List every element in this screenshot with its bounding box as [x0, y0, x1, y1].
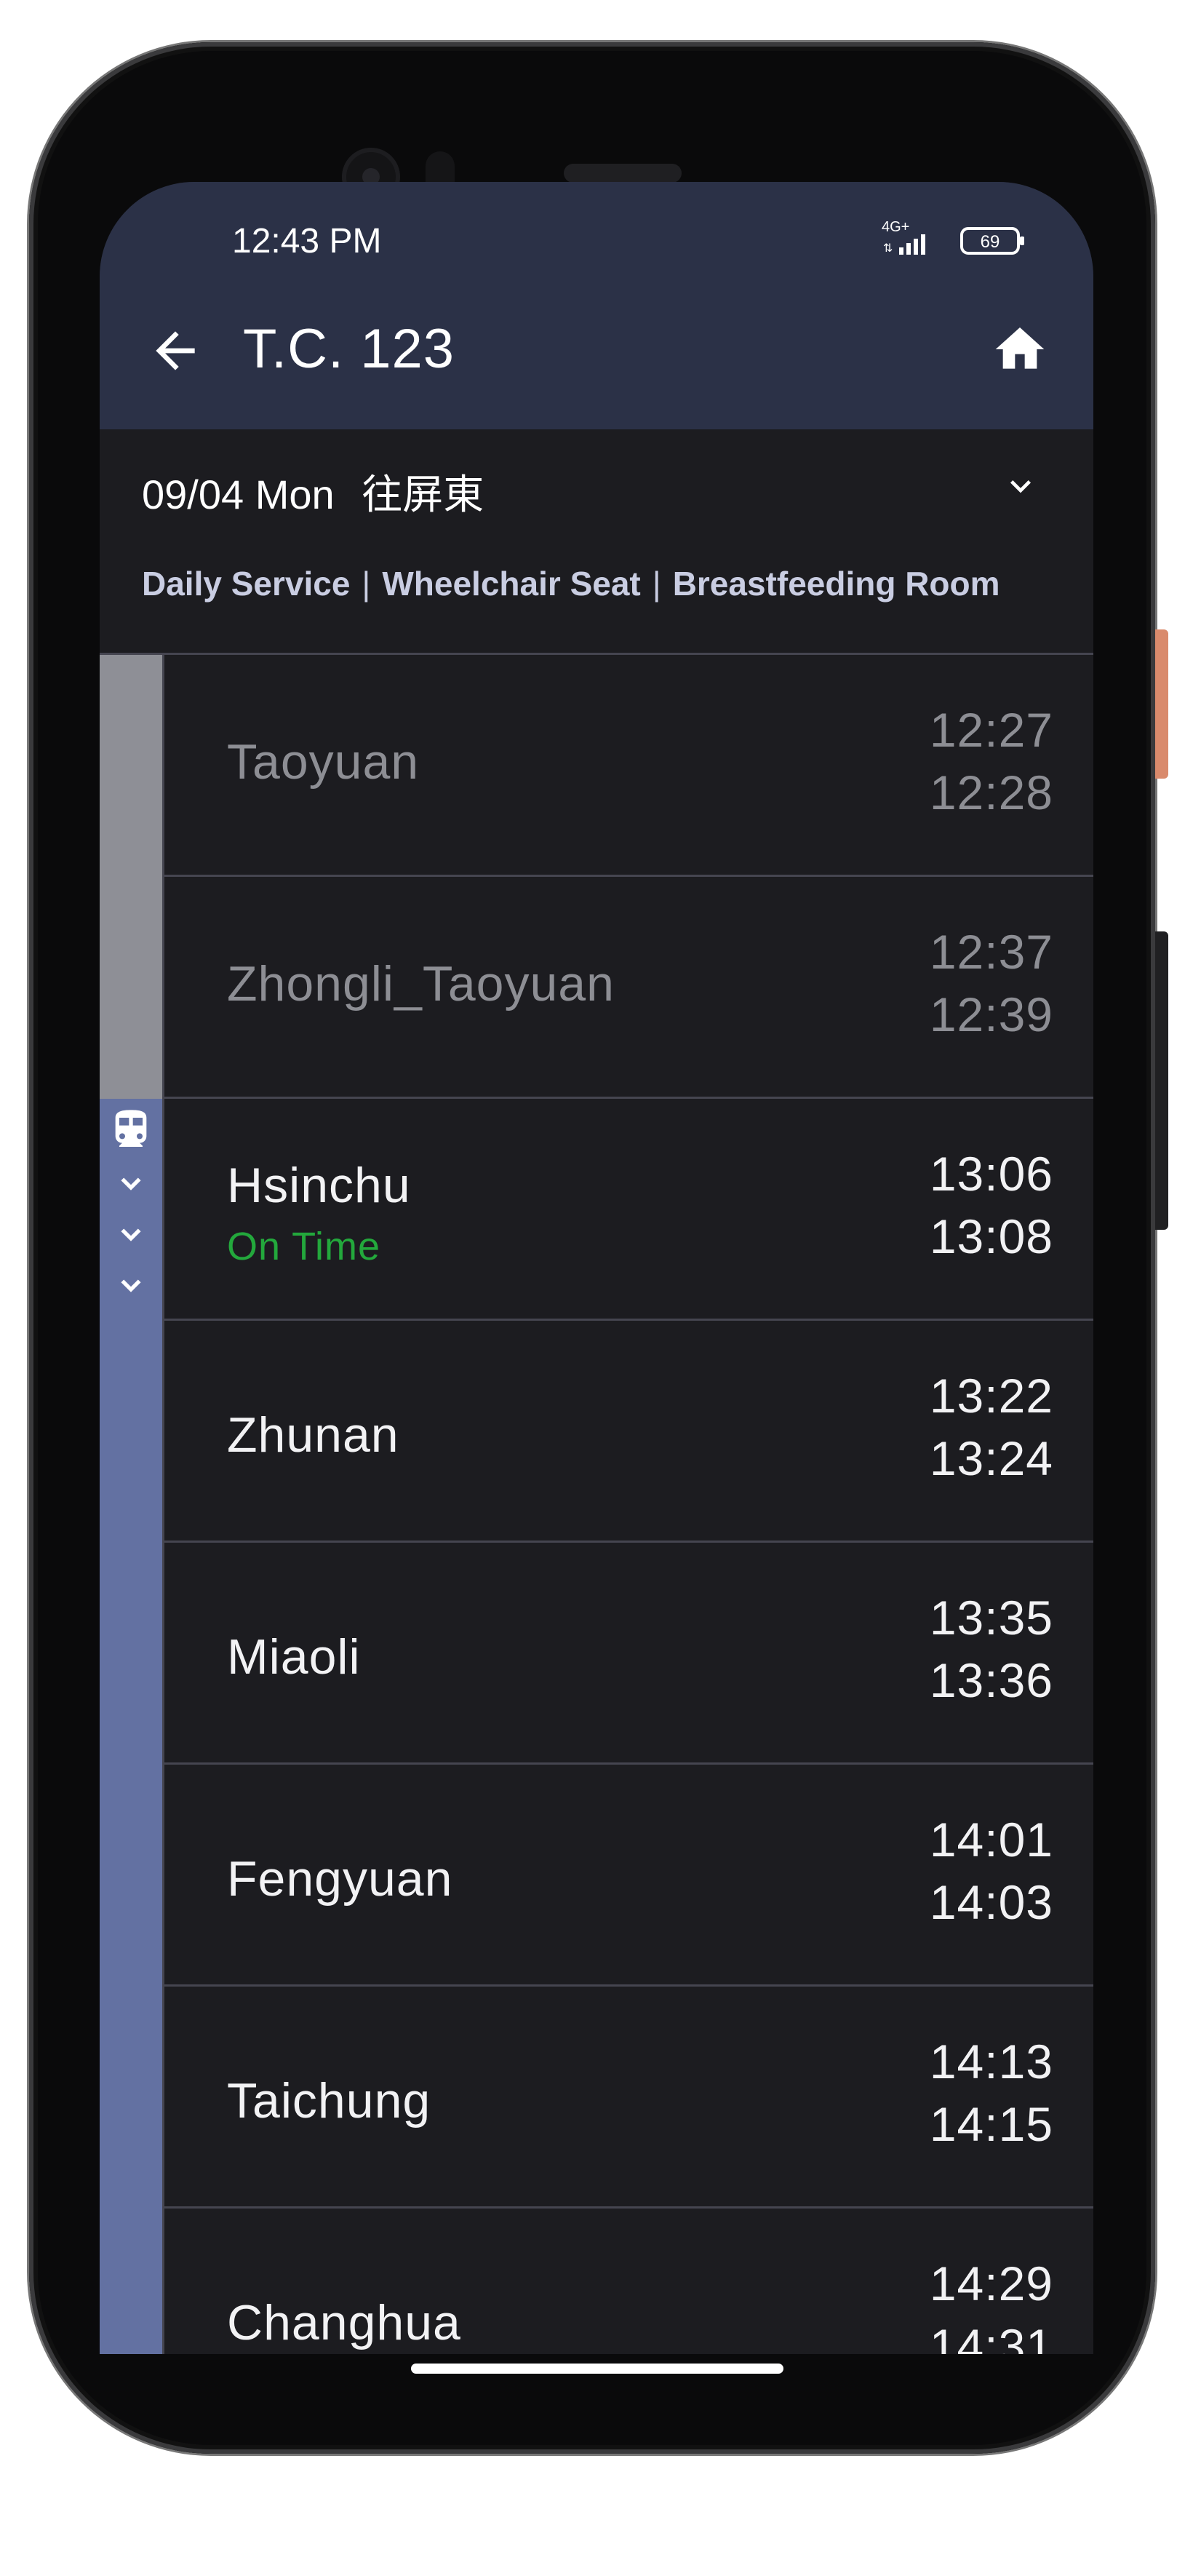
- departure-time: 14:15: [929, 2097, 1053, 2151]
- service-breastfeeding: Breastfeeding Room: [672, 565, 1000, 603]
- divider: [162, 655, 164, 877]
- station-name: Hsinchu: [227, 1158, 411, 1213]
- stop-times: 12:37 12:39: [930, 921, 1053, 1046]
- progress-bar-segment: [100, 1765, 162, 1987]
- divider: [162, 1321, 164, 1543]
- chevron-down-icon: [121, 1177, 141, 1190]
- list-item-current[interactable]: Hsinchu On Time 13:06 13:08: [100, 1099, 1093, 1321]
- stop-times: 14:29 14:31: [930, 2252, 1053, 2354]
- arrival-time: 14:13: [929, 2035, 1053, 2088]
- station-name: Zhunan: [227, 1407, 399, 1463]
- arrival-time: 14:29: [929, 2257, 1053, 2310]
- travel-date: 09/04 Mon: [142, 472, 335, 517]
- progress-bar-segment: [100, 2209, 162, 2354]
- divider: [162, 1765, 164, 1987]
- home-icon[interactable]: [991, 320, 1049, 378]
- battery-level: 69: [981, 232, 1000, 252]
- station-name: Changhua: [227, 2295, 461, 2350]
- arrival-time: 12:27: [929, 703, 1053, 757]
- chevron-down-icon: [121, 1228, 141, 1241]
- separator: |: [362, 565, 371, 603]
- chevron-down-icon: [121, 1279, 141, 1292]
- arrival-time: 14:01: [929, 1813, 1053, 1867]
- station-name: Taichung: [227, 2073, 431, 2128]
- app-bar: 12:43 PM 4G+ ⇅ 69 T.C. 123: [100, 182, 1093, 429]
- stop-times: 14:13 14:15: [930, 2030, 1053, 2155]
- stop-times: 13:35 13:36: [930, 1586, 1053, 1712]
- volume-button: [1155, 931, 1168, 1230]
- departure-time: 13:24: [929, 1431, 1053, 1485]
- divider: [162, 1543, 164, 1765]
- departure-time: 14:31: [929, 2319, 1053, 2354]
- departure-time: 14:03: [929, 1875, 1053, 1929]
- arrow-left-icon[interactable]: [146, 322, 204, 380]
- status-badge: On Time: [227, 1225, 381, 1268]
- arrival-time: 13:22: [929, 1369, 1053, 1423]
- signal-battery-icon: 4G+ ⇅ 69: [882, 219, 1024, 255]
- divider: [162, 2209, 164, 2354]
- service-wheelchair: Wheelchair Seat: [382, 565, 641, 603]
- arrival-time: 13:35: [929, 1591, 1053, 1645]
- station-name: Miaoli: [227, 1629, 361, 1685]
- list-item[interactable]: Zhunan 13:22 13:24: [100, 1321, 1093, 1543]
- screen: 12:43 PM 4G+ ⇅ 69 T.C. 123 09/04 Mon 往屏東…: [100, 182, 1093, 2354]
- station-name: Taoyuan: [227, 734, 420, 790]
- departure-time: 12:28: [929, 766, 1053, 819]
- progress-bar-segment: [100, 1321, 162, 1543]
- direction-label: 往屏東: [362, 472, 484, 517]
- departure-time: 13:36: [929, 1653, 1053, 1707]
- list-item[interactable]: Taichung 14:13 14:15: [100, 1987, 1093, 2209]
- service-tags: Daily Service | Wheelchair Seat | Breastfeed…: [142, 564, 1000, 603]
- list-item[interactable]: Zhongli_Taoyuan 12:37 12:39: [100, 877, 1093, 1099]
- arrival-time: 12:37: [929, 925, 1053, 979]
- list-item[interactable]: Changhua 14:29 14:31: [100, 2209, 1093, 2354]
- page-title: T.C. 123: [243, 318, 455, 380]
- divider: [162, 1099, 164, 1321]
- progress-bar-segment: [100, 1987, 162, 2209]
- progress-bar-segment: [100, 877, 162, 1099]
- progress-bar-segment: [100, 1543, 162, 1765]
- date-direction: 09/04 Mon 往屏東: [142, 462, 484, 521]
- service-daily: Daily Service: [142, 565, 351, 603]
- earpiece-speaker: [564, 164, 682, 183]
- departure-time: 12:39: [929, 987, 1053, 1041]
- home-indicator[interactable]: [411, 2364, 783, 2374]
- network-type-label: 4G+: [882, 219, 909, 235]
- progress-bar-segment: [100, 655, 162, 877]
- list-item[interactable]: Fengyuan 14:01 14:03: [100, 1765, 1093, 1987]
- status-bar-time: 12:43 PM: [232, 222, 382, 261]
- departure-time: 13:08: [929, 1209, 1053, 1263]
- stop-times: 12:27 12:28: [930, 699, 1053, 824]
- arrival-time: 13:06: [929, 1147, 1053, 1201]
- stop-times: 13:22 13:24: [930, 1364, 1053, 1490]
- chevron-down-icon[interactable]: [1000, 466, 1041, 506]
- stop-times: 13:06 13:08: [930, 1142, 1053, 1268]
- divider: [162, 877, 164, 1099]
- separator: |: [652, 565, 661, 603]
- train-icon: [115, 1110, 147, 1147]
- progress-bar-segment: [100, 1099, 162, 1321]
- station-name: Fengyuan: [227, 1851, 453, 1907]
- station-name: Zhongli_Taoyuan: [227, 956, 615, 1011]
- power-button: [1155, 629, 1168, 779]
- list-item[interactable]: Taoyuan 12:27 12:28: [100, 655, 1093, 877]
- divider: [162, 1987, 164, 2209]
- svg-text:⇅: ⇅: [883, 242, 893, 255]
- list-item[interactable]: Miaoli 13:35 13:36: [100, 1543, 1093, 1765]
- stop-times: 14:01 14:03: [930, 1808, 1053, 1933]
